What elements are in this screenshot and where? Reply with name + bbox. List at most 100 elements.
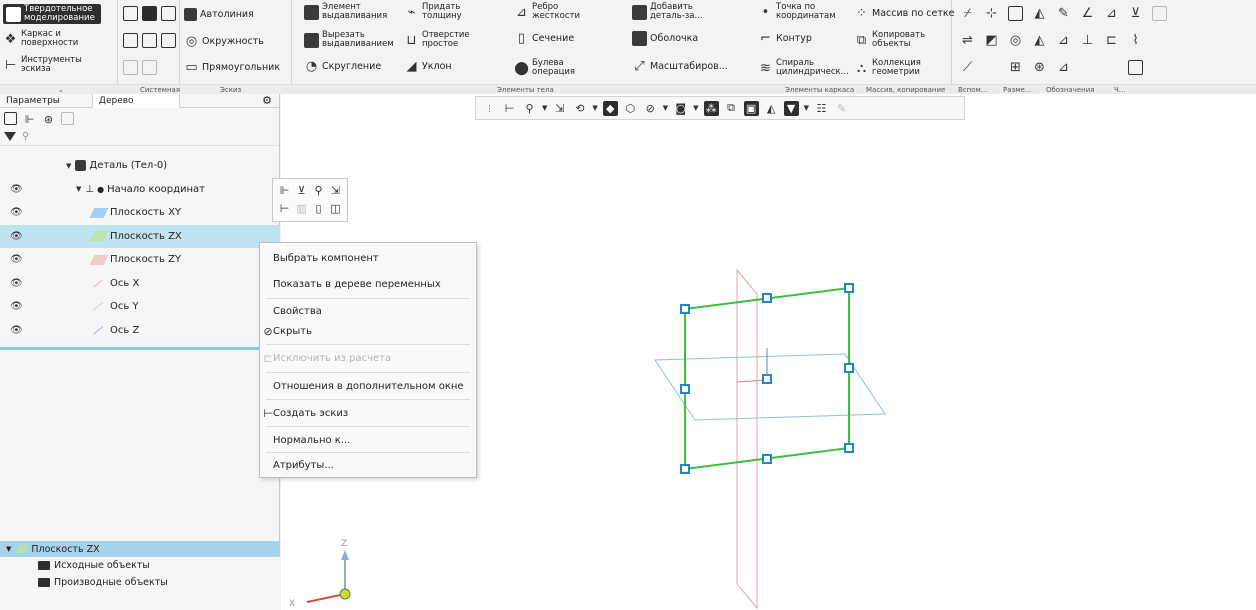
grid-array-button[interactable]: ⁘ Массив по сетке <box>854 6 954 21</box>
preview-icon[interactable] <box>142 33 157 48</box>
mark-icon[interactable]: ⊻ <box>294 183 309 199</box>
eye-icon[interactable]: 👁 <box>10 325 23 336</box>
handle-center[interactable] <box>762 374 772 384</box>
handle-edge[interactable] <box>762 454 772 464</box>
geometry-collection-button[interactable]: ⛬ Коллекция геометрии <box>854 59 932 77</box>
extrude-button[interactable]: Элемент выдавливания <box>304 3 392 21</box>
chevron-down-icon[interactable]: ▼ <box>693 104 698 112</box>
menu-item-relations-window[interactable]: Отношения в дополнительном окне <box>260 375 476 397</box>
subpanel-header[interactable]: ▼ Плоскость ZX <box>0 541 280 557</box>
new-document-icon[interactable] <box>123 6 138 21</box>
tree-row-plane-zx[interactable]: 👁 Плоскость ZX <box>0 224 280 248</box>
shell-thicken-button[interactable]: ⌁ Придать толщину <box>404 3 480 21</box>
contour-button[interactable]: ⌐ Контур <box>758 31 812 46</box>
add-part-button[interactable]: Добавить деталь-за... <box>632 3 714 21</box>
section-button[interactable]: ▯ Сечение <box>514 31 574 46</box>
eye-icon[interactable]: 👁 <box>10 207 23 218</box>
calc-icon[interactable]: ⊞ <box>1008 60 1023 75</box>
cut-extrude-button[interactable]: Вырезать выдавливанием <box>304 31 394 49</box>
visibility-icon[interactable]: ⊘ <box>643 101 658 116</box>
undo-icon[interactable] <box>123 60 138 75</box>
tree-row-plane-zy[interactable]: 👁 Плоскость ZY <box>0 248 280 272</box>
circle-button[interactable]: ◎ Окружность <box>184 34 264 49</box>
eye-icon[interactable]: 👁 <box>10 278 23 289</box>
rectangle-button[interactable]: ▭ Прямоугольник <box>184 60 280 75</box>
tree-row-axis-x[interactable]: 👁 Ось X <box>0 272 280 296</box>
copy-objects-button[interactable]: ⧉ Копировать объекты <box>854 31 932 49</box>
eye-icon[interactable]: 👁 <box>10 184 23 195</box>
tab-tree[interactable]: Дерево <box>91 93 180 108</box>
tree-row-plane-xy[interactable]: 👁 Плоскость XY <box>0 201 280 225</box>
tree-row-root[interactable]: ▼ Деталь (Тел-0) <box>0 154 280 178</box>
scale-button[interactable]: ⤢ Масштабиров... <box>632 59 728 74</box>
tree-grid-icon[interactable] <box>61 111 74 125</box>
spec-icon[interactable] <box>1128 60 1143 75</box>
dimension-icon[interactable] <box>1008 6 1023 21</box>
edit-icon[interactable]: ✎ <box>834 101 849 116</box>
handle-edge[interactable] <box>762 293 772 303</box>
fillet-button[interactable]: ◔ Скругление <box>304 59 381 74</box>
level-icon[interactable]: ⊿ <box>1056 60 1071 75</box>
chevron-down-icon[interactable]: ▼ <box>663 104 668 112</box>
measure-icon[interactable]: ⊛ <box>1032 60 1047 75</box>
leader-icon[interactable]: ⊿ <box>1104 6 1119 21</box>
snap-icon[interactable]: ⁂ <box>703 100 719 116</box>
base-icon[interactable]: ◭ <box>1032 33 1047 48</box>
axis-icon[interactable]: ⟋ <box>960 60 975 75</box>
handle-edge[interactable] <box>680 384 690 394</box>
zoom-icon[interactable]: ⚲ <box>522 101 537 116</box>
frame-surfaces-button[interactable]: ❖ Каркас и поверхности <box>3 30 81 48</box>
properties-icon[interactable]: ☷ <box>814 101 829 116</box>
chevron-down-icon[interactable]: ▼ <box>542 104 547 112</box>
tree-row-origin[interactable]: 👁 ▼ ⊥ ● Начало координат <box>0 178 280 202</box>
section-view-icon[interactable]: ◙ <box>673 101 688 116</box>
datum-icon[interactable]: ⊥ <box>1080 33 1095 48</box>
tree-view-icon[interactable]: ⊛ <box>42 112 55 126</box>
weld-icon[interactable]: ⌇ <box>1128 33 1143 48</box>
boolean-button[interactable]: ⬤ Булева операция <box>514 59 592 77</box>
redo-icon[interactable] <box>142 60 157 75</box>
sketch-view-icon[interactable]: ⊢ <box>502 101 517 116</box>
hole-simple-button[interactable]: ⊔ Отверстие простое <box>404 31 480 49</box>
aux-line-icon[interactable]: ⌿ <box>960 6 975 21</box>
text-icon[interactable]: ⊏ <box>1104 33 1119 48</box>
gear-icon[interactable]: ⚙ <box>261 95 273 107</box>
print-icon[interactable] <box>123 33 138 48</box>
radius-icon[interactable]: ◎ <box>1008 33 1023 48</box>
tree-history-icon[interactable]: ⊩ <box>23 112 36 126</box>
expand-arrow-icon[interactable]: ▼ <box>66 162 71 170</box>
pencil-icon[interactable]: ✎ <box>1056 6 1071 21</box>
mark-icon[interactable]: ⊻ <box>1128 6 1143 21</box>
handle-edge[interactable] <box>844 363 854 373</box>
menu-item-properties[interactable]: Свойства <box>260 300 476 322</box>
expand-arrow-icon[interactable]: ▼ <box>6 545 11 553</box>
menu-item-create-sketch[interactable]: ⊢ Создать эскиз <box>260 402 476 424</box>
properties-icon[interactable]: ⊩ <box>277 183 292 199</box>
normal-to-icon[interactable]: ◫ <box>328 201 343 217</box>
eye-icon[interactable]: 👁 <box>10 254 23 265</box>
rotate-icon[interactable]: ⟲ <box>572 101 587 116</box>
search-icon[interactable]: ⚲ <box>22 131 29 142</box>
section-icon[interactable]: ▯ <box>311 201 326 217</box>
aux-point-icon[interactable]: ⊹ <box>984 6 999 21</box>
spiral-button[interactable]: ≋ Спираль цилиндрическ... <box>758 59 856 77</box>
pan-icon[interactable]: ⇲ <box>552 101 567 116</box>
grip-icon[interactable]: ⋮ <box>482 101 497 116</box>
wireframe-icon[interactable]: ⬡ <box>623 101 638 116</box>
selection-filter-icon[interactable]: ▼ <box>783 100 799 116</box>
save-all-icon[interactable] <box>161 33 176 48</box>
tree-row-axis-z[interactable]: 👁 Ось Z <box>0 319 280 343</box>
menu-item-exclude-calculation[interactable]: ⊏ Исключить из расчета <box>260 347 476 369</box>
handle-corner[interactable] <box>680 464 690 474</box>
rib-button[interactable]: ⊿ Ребро жесткости <box>514 3 592 21</box>
tree-structure-icon[interactable] <box>4 111 17 125</box>
perspective-icon[interactable]: ◭ <box>764 101 779 116</box>
angle-dim-icon[interactable]: ∠ <box>1080 6 1095 21</box>
eye-icon[interactable]: 👁 <box>10 301 23 312</box>
solid-modeling-button[interactable]: Твердотельное моделирование <box>3 4 101 24</box>
filter-view-icon[interactable]: ▣ <box>743 100 759 116</box>
orientation-icon[interactable]: ⧉ <box>724 101 739 116</box>
sketch-tools-button[interactable]: ⊢ Инструменты эскиза <box>3 56 82 74</box>
chevron-down-icon[interactable]: ▼ <box>804 104 809 112</box>
open-folder-icon[interactable] <box>142 6 157 21</box>
